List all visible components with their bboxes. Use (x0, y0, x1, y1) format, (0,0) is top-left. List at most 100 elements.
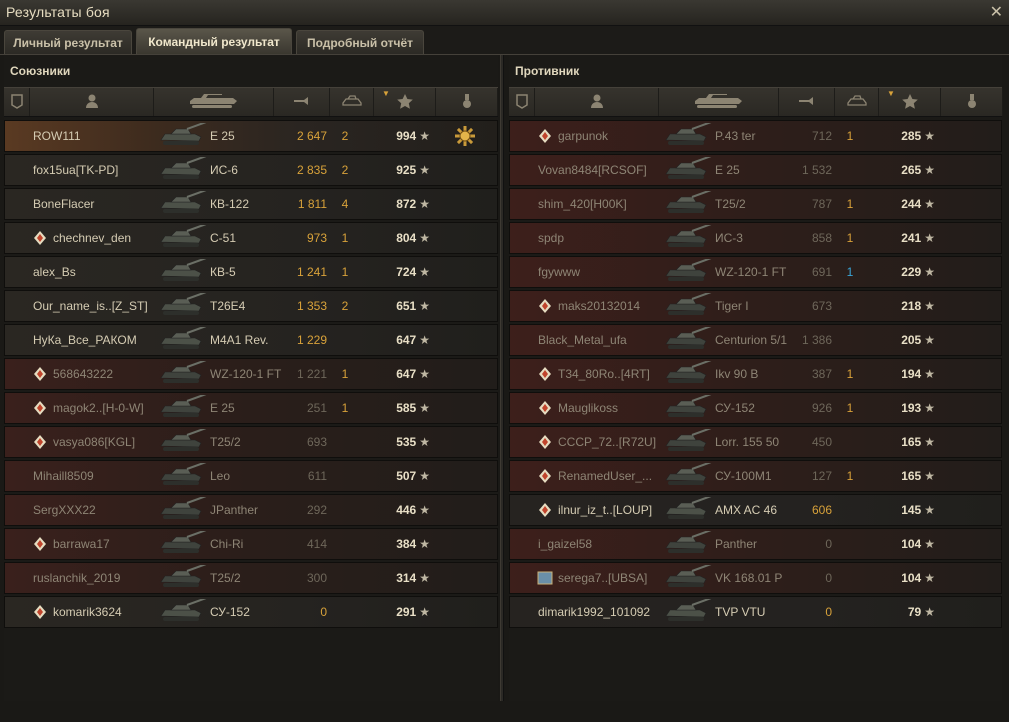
ally-player-row[interactable]: SergXXX22 JPanther 292 446 ★ (4, 494, 498, 526)
tank-icon (662, 155, 714, 183)
enemy-player-row[interactable]: fgywww WZ-120-1 FT 691 1 229 ★ (509, 256, 1002, 288)
damage-value: 926 (811, 401, 832, 415)
sort-by-medals-button[interactable] (436, 88, 498, 116)
ally-player-row[interactable]: НуКа_Все_РАКОМ M4A1 Rev. 1 229 647 ★ (4, 324, 498, 356)
close-icon[interactable]: ✕ (990, 2, 1003, 22)
window-title: Результаты боя (6, 4, 110, 20)
ally-player-row[interactable]: chechnev_den С-51 973 1 804 ★ (4, 222, 498, 254)
kills-value (840, 155, 860, 185)
sort-by-damage-button[interactable] (274, 88, 330, 116)
sort-by-xp-button[interactable]: ▼ (374, 88, 436, 116)
xp-number: 724 (396, 265, 417, 279)
ally-player-row[interactable]: ruslanchik_2019 T25/2 300 314 ★ (4, 562, 498, 594)
enemy-player-row[interactable]: dimarik1992_101092 TVP VTU 0 79 ★ (509, 596, 1002, 628)
ally-player-row[interactable]: ROW111 E 25 2 647 2 994 ★ (4, 120, 498, 152)
enemy-player-row[interactable]: shim_420[H00K] T25/2 787 1 244 ★ (509, 188, 1002, 220)
xp-star-icon: ★ (924, 299, 935, 313)
tank-icon (662, 359, 714, 387)
xp-number: 145 (901, 503, 922, 517)
tab-personal-result[interactable]: Личный результат (4, 30, 132, 54)
ally-player-row[interactable]: Mihaill8509 Leo 611 507 ★ (4, 460, 498, 492)
enemy-player-row[interactable]: ilnur_iz_t..[LOUP] AMX AC 46 606 145 ★ (509, 494, 1002, 526)
ally-player-row[interactable]: komarik3624 СУ-152 0 291 ★ (4, 596, 498, 628)
kills-value (840, 563, 860, 593)
sort-by-vehicle-button[interactable] (154, 88, 274, 116)
medal-icon[interactable] (453, 124, 477, 148)
allies-panel: Союзники ▼ ROW111 E 25 2 647 2 994 ★ fox15ua[T… (4, 55, 498, 701)
tank-icon (662, 291, 714, 319)
platoon-icon (537, 468, 553, 484)
kills-value (840, 597, 860, 627)
ally-player-row[interactable]: alex_Bs КВ-5 1 241 1 724 ★ (4, 256, 498, 288)
enemies-list: garpunok P.43 ter 712 1 285 ★ Vovan8484[RCSOF]… (509, 120, 1002, 630)
kills-value: 2 (341, 163, 349, 177)
tank-icon (157, 461, 209, 489)
xp-value: 507 ★ (370, 461, 430, 491)
sort-by-vehicle-button[interactable] (659, 88, 779, 116)
sort-by-player-button[interactable] (535, 88, 659, 116)
kills-value: 1 (846, 129, 854, 143)
sort-by-kills-button[interactable] (835, 88, 879, 116)
tank-icon (662, 189, 714, 217)
enemy-player-row[interactable]: СССР_72..[R72U] Lorr. 155 50 450 165 ★ (509, 426, 1002, 458)
ally-player-row[interactable]: fox15ua[TK-PD] ИС-6 2 835 2 925 ★ (4, 154, 498, 186)
sort-by-damage-button[interactable] (779, 88, 835, 116)
enemy-player-row[interactable]: Black_Metal_ufa Centurion 5/1 1 386 205 ★ (509, 324, 1002, 356)
platoon-icon (537, 128, 553, 144)
tank-icon (662, 597, 714, 625)
ally-player-row[interactable]: BoneFlacer КВ-122 1 811 4 872 ★ (4, 188, 498, 220)
tank-icon (662, 529, 714, 557)
enemy-player-row[interactable]: Vovan8484[RCSOF] E 25 1 532 265 ★ (509, 154, 1002, 186)
enemy-player-row[interactable]: Mauglikoss СУ-152 926 1 193 ★ (509, 392, 1002, 424)
damage-value: 300 (306, 571, 327, 585)
enemy-player-row[interactable]: maks20132014 Tiger I 673 218 ★ (509, 290, 1002, 322)
kills-value (840, 495, 860, 525)
kills-value: 1 (846, 265, 854, 279)
enemy-player-row[interactable]: spdp ИС-3 858 1 241 ★ (509, 222, 1002, 254)
damage-icon (292, 93, 312, 112)
sort-by-rank-button[interactable] (509, 88, 535, 116)
kills-value (335, 495, 355, 525)
xp-star-icon: ★ (419, 333, 430, 347)
enemy-player-row[interactable]: garpunok P.43 ter 712 1 285 ★ (509, 120, 1002, 152)
kills-value (840, 529, 860, 559)
platoon-icon (32, 604, 48, 620)
damage-value: 2 835 (296, 163, 327, 177)
damage-value: 712 (811, 129, 832, 143)
enemy-player-row[interactable]: RenamedUser_... СУ-100М1 127 1 165 ★ (509, 460, 1002, 492)
sort-by-rank-button[interactable] (4, 88, 30, 116)
ally-player-row[interactable]: vasya086[KGL] T25/2 693 535 ★ (4, 426, 498, 458)
tank-icon (662, 563, 714, 591)
tab-detailed-report[interactable]: Подробный отчёт (296, 30, 424, 54)
ally-player-row[interactable]: magok2..[H-0-W] E 25 251 1 585 ★ (4, 392, 498, 424)
ally-player-row[interactable]: 568643222 WZ-120-1 FT 1 221 1 647 ★ (4, 358, 498, 390)
player-name: Black_Metal_ufa (538, 333, 627, 347)
ally-player-row[interactable]: barrawa17 Chi-Ri 414 384 ★ (4, 528, 498, 560)
sort-by-player-button[interactable] (30, 88, 154, 116)
ally-player-row[interactable]: Our_name_is..[Z_ST] T26E4 1 353 2 651 ★ (4, 290, 498, 322)
allies-title: Союзники (10, 64, 71, 78)
enemy-player-row[interactable]: T34_80Ro..[4RT] Ikv 90 B 387 1 194 ★ (509, 358, 1002, 390)
sort-by-kills-button[interactable] (330, 88, 374, 116)
enemy-player-row[interactable]: i_gaizel58 Panther 0 104 ★ (509, 528, 1002, 560)
platoon-icon (32, 434, 48, 450)
xp-star-icon: ★ (924, 231, 935, 245)
tank-icon (157, 189, 209, 217)
tab-team-result[interactable]: Командный результат (136, 28, 292, 54)
tank-icon (662, 325, 714, 353)
player-icon (587, 93, 607, 112)
damage-value: 251 (306, 401, 327, 415)
sort-by-xp-button[interactable]: ▼ (879, 88, 941, 116)
platoon-icon (537, 400, 553, 416)
xp-star-icon: ★ (419, 605, 430, 619)
sort-by-medals-button[interactable] (941, 88, 1003, 116)
xp-value: 193 ★ (875, 393, 935, 423)
platoon-icon (537, 366, 553, 382)
xp-number: 994 (396, 129, 417, 143)
xp-star-icon: ★ (924, 503, 935, 517)
xp-number: 285 (901, 129, 922, 143)
player-name: BoneFlacer (33, 197, 95, 211)
enemy-player-row[interactable]: serega7..[UBSA] VK 168.01 P 0 104 ★ (509, 562, 1002, 594)
xp-value: 205 ★ (875, 325, 935, 355)
tank-icon (662, 393, 714, 421)
